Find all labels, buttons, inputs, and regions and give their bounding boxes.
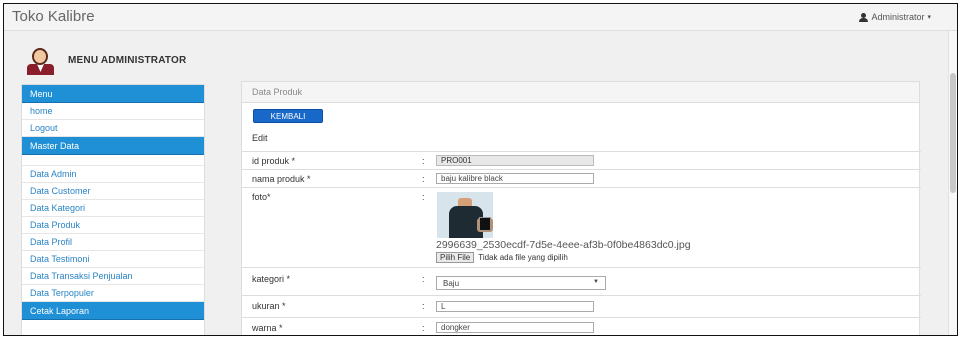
sidebar-item-data-kategori[interactable]: Data Kategori xyxy=(22,200,204,217)
form-row-category: kategori * : Baju ▼ xyxy=(242,267,921,295)
warna-label: warna * xyxy=(252,323,283,333)
app-brand[interactable]: Toko Kalibre xyxy=(12,8,95,25)
nama-produk-field[interactable]: baju kalibre black xyxy=(436,173,594,184)
sidebar-divider xyxy=(22,155,204,166)
id-produk-label: id produk * xyxy=(252,156,296,166)
app-window: Toko Kalibre Administrator ▾ MENU ADMINI… xyxy=(3,3,958,336)
scrollbar-thumb[interactable] xyxy=(950,73,956,193)
ukuran-label: ukuran * xyxy=(252,301,286,311)
admin-header: MENU ADMINISTRATOR xyxy=(4,32,957,75)
caret-down-icon: ▾ xyxy=(927,14,931,21)
kategori-label: kategori * xyxy=(252,274,291,284)
sidebar-item-data-terpopuler[interactable]: Data Terpopuler xyxy=(22,285,204,302)
form-row-color: warna * : dongker xyxy=(242,317,921,335)
id-produk-field[interactable]: PRO001 xyxy=(436,155,594,166)
form-row-size: ukuran * : L xyxy=(242,295,921,317)
sidebar-heading-menu: Menu xyxy=(22,85,204,103)
photo-filename: 2996639_2530ecdf-7d5e-4eee-af3b-0f0be486… xyxy=(436,239,691,251)
page-scrollbar[interactable] xyxy=(948,31,957,335)
product-edit-panel: Data Produk KEMBALI Edit id produk * : P… xyxy=(241,81,921,335)
sidebar-item-logout[interactable]: Logout xyxy=(22,120,204,137)
separator-colon: : xyxy=(422,174,425,184)
file-input: Pilih File Tidak ada file yang dipilih xyxy=(436,252,568,263)
user-menu-label: Administrator xyxy=(871,12,925,22)
kategori-selected-value: Baju xyxy=(443,279,460,288)
sidebar-item-data-profil[interactable]: Data Profil xyxy=(22,234,204,251)
kategori-select[interactable]: Baju ▼ xyxy=(436,276,606,290)
sidebar-heading-master-data: Master Data xyxy=(22,137,204,155)
warna-field[interactable]: dongker xyxy=(436,322,594,333)
sidebar-item-data-customer[interactable]: Data Customer xyxy=(22,183,204,200)
sidebar-item-home[interactable]: home xyxy=(22,103,204,120)
separator-colon: : xyxy=(422,192,425,202)
separator-colon: : xyxy=(422,274,425,284)
foto-label: foto* xyxy=(252,192,271,202)
sidebar-item-data-produk[interactable]: Data Produk xyxy=(22,217,204,234)
chevron-down-icon: ▼ xyxy=(593,279,599,285)
sidebar-item-data-testimoni[interactable]: Data Testimoni xyxy=(22,251,204,268)
choose-file-button[interactable]: Pilih File xyxy=(436,252,475,263)
sidebar-item-data-transaksi[interactable]: Data Transaksi Penjualan xyxy=(22,268,204,285)
admin-title: MENU ADMINISTRATOR xyxy=(68,55,187,66)
sidebar-item-cetak-laporan[interactable]: Cetak Laporan xyxy=(22,302,204,320)
top-navbar: Toko Kalibre Administrator ▾ xyxy=(4,4,957,31)
user-icon xyxy=(859,12,869,22)
separator-colon: : xyxy=(422,323,425,333)
separator-colon: : xyxy=(422,156,425,166)
file-status-text: Tidak ada file yang dipilih xyxy=(478,253,568,262)
back-button[interactable]: KEMBALI xyxy=(253,109,323,123)
form-mode-label: Edit xyxy=(252,133,268,143)
form-row-id: id produk * : PRO001 xyxy=(242,151,921,169)
ukuran-field[interactable]: L xyxy=(436,301,594,312)
panel-title: Data Produk xyxy=(242,82,919,103)
sidebar: Menu home Logout Master Data Data Admin … xyxy=(21,84,205,335)
admin-avatar-icon xyxy=(24,47,58,75)
sidebar-item-data-admin[interactable]: Data Admin xyxy=(22,166,204,183)
separator-colon: : xyxy=(422,301,425,311)
form-row-photo: foto* : 2996639_2530ecdf-7d5e-4eee-af3b-… xyxy=(242,187,921,267)
product-photo-thumbnail xyxy=(437,192,493,238)
nama-produk-label: nama produk * xyxy=(252,174,311,184)
user-menu[interactable]: Administrator ▾ xyxy=(859,12,931,22)
form-row-name: nama produk * : baju kalibre black xyxy=(242,169,921,187)
